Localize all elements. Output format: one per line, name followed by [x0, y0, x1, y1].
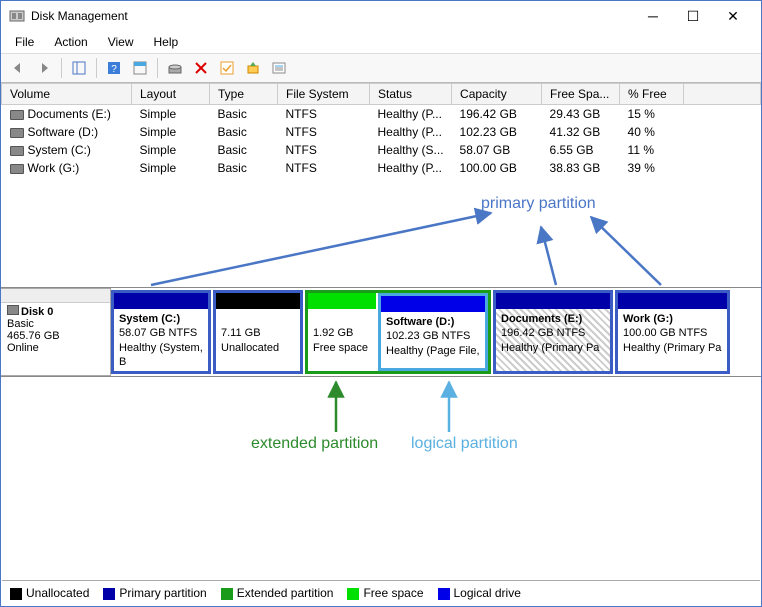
col-fs[interactable]: File System — [278, 84, 370, 105]
table-row[interactable]: Work (G:)SimpleBasicNTFSHealthy (P...100… — [2, 159, 761, 177]
disk-size: 465.76 GB — [7, 330, 104, 342]
col-status[interactable]: Status — [370, 84, 452, 105]
help-icon[interactable]: ? — [103, 57, 125, 79]
partition-system[interactable]: System (C:)58.07 GB NTFSHealthy (System,… — [111, 290, 211, 374]
col-layout[interactable]: Layout — [132, 84, 210, 105]
legend-primary: Primary partition — [103, 586, 206, 600]
extended-partition-container: 1.92 GBFree space Software (D:)102.23 GB… — [305, 290, 491, 374]
col-empty — [684, 84, 761, 105]
minimize-button[interactable]: ─ — [633, 2, 673, 30]
partition-documents[interactable]: Documents (E:)196.42 GB NTFSHealthy (Pri… — [493, 290, 613, 374]
disk-map: Disk 0 Basic 465.76 GB Online System (C:… — [1, 287, 761, 377]
menu-file[interactable]: File — [5, 33, 44, 51]
settings-top-icon[interactable] — [129, 57, 151, 79]
properties-icon[interactable] — [268, 57, 290, 79]
col-free[interactable]: Free Spa... — [542, 84, 620, 105]
partition-unallocated[interactable]: 7.11 GBUnallocated — [213, 290, 303, 374]
menubar: File Action View Help — [1, 31, 761, 53]
disk-type: Basic — [7, 318, 104, 330]
menu-view[interactable]: View — [98, 33, 144, 51]
volume-table[interactable]: Volume Layout Type File System Status Ca… — [1, 83, 761, 177]
annotation-logical: logical partition — [411, 435, 518, 453]
lower-annotation-area: extended partition logical partition — [1, 377, 761, 477]
legend-logical: Logical drive — [438, 586, 521, 600]
show-hide-tree-icon[interactable] — [68, 57, 90, 79]
separator — [96, 58, 97, 78]
disk-label: Disk 0 — [7, 305, 104, 318]
back-button[interactable] — [7, 57, 29, 79]
col-pctfree[interactable]: % Free — [620, 84, 684, 105]
table-row[interactable]: System (C:)SimpleBasicNTFSHealthy (S...5… — [2, 141, 761, 159]
delete-icon[interactable] — [190, 57, 212, 79]
partition-work[interactable]: Work (G:)100.00 GB NTFSHealthy (Primary … — [615, 290, 730, 374]
annotation-area: primary partition — [1, 177, 761, 287]
menu-help[interactable]: Help — [144, 33, 189, 51]
table-row[interactable]: Software (D:)SimpleBasicNTFSHealthy (P..… — [2, 123, 761, 141]
legend-free: Free space — [347, 586, 423, 600]
separator — [61, 58, 62, 78]
col-volume[interactable]: Volume — [2, 84, 132, 105]
legend-unallocated: Unallocated — [10, 586, 89, 600]
forward-button[interactable] — [33, 57, 55, 79]
col-type[interactable]: Type — [210, 84, 278, 105]
legend: Unallocated Primary partition Extended p… — [2, 580, 760, 605]
window-title: Disk Management — [31, 9, 633, 23]
partition-free[interactable]: 1.92 GBFree space — [308, 293, 376, 371]
annotation-primary: primary partition — [481, 195, 596, 213]
col-capacity[interactable]: Capacity — [452, 84, 542, 105]
disk-info[interactable]: Disk 0 Basic 465.76 GB Online — [1, 288, 111, 376]
legend-extended: Extended partition — [221, 586, 334, 600]
separator — [157, 58, 158, 78]
menu-action[interactable]: Action — [44, 33, 97, 51]
up-icon[interactable] — [242, 57, 264, 79]
disk-status: Online — [7, 342, 104, 354]
annotation-extended: extended partition — [251, 435, 378, 453]
disk-icon[interactable] — [164, 57, 186, 79]
close-button[interactable]: ✕ — [713, 2, 753, 30]
titlebar: Disk Management ─ ☐ ✕ — [1, 1, 761, 31]
partition-software[interactable]: Software (D:)102.23 GB NTFSHealthy (Page… — [378, 293, 488, 371]
check-icon[interactable] — [216, 57, 238, 79]
app-icon — [9, 8, 25, 24]
table-row[interactable]: Documents (E:)SimpleBasicNTFSHealthy (P.… — [2, 105, 761, 124]
svg-text:?: ? — [111, 64, 117, 75]
toolbar: ? — [1, 53, 761, 83]
maximize-button[interactable]: ☐ — [673, 2, 713, 30]
